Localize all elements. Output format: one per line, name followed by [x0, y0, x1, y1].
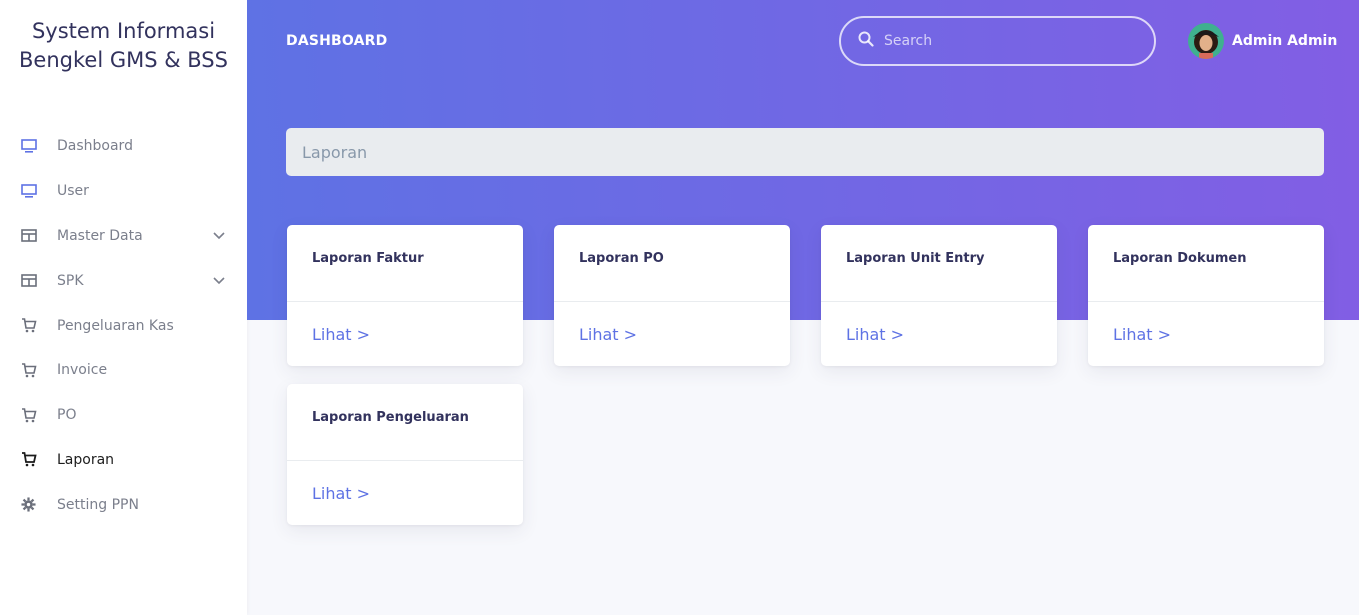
- sidebar-item-label: Invoice: [57, 362, 108, 379]
- sidebar-item-dashboard[interactable]: Dashboard: [0, 124, 247, 169]
- view-link[interactable]: Lihat >: [1088, 302, 1324, 344]
- breadcrumb-item[interactable]: Laporan: [302, 143, 367, 162]
- sidebar-item-label: Master Data: [57, 227, 143, 244]
- sidebar-item-label: SPK: [57, 272, 84, 289]
- chevron-down-icon[interactable]: [213, 273, 225, 289]
- sidebar: System Informasi Bengkel GMS & BSS Dashb…: [0, 0, 247, 615]
- sidebar-item-label: User: [57, 183, 89, 200]
- table-icon: [20, 272, 37, 289]
- report-card-dokumen: Laporan Dokumen Lihat >: [1088, 225, 1324, 366]
- monitor-icon: [20, 183, 37, 200]
- sidebar-item-setting-ppn[interactable]: Setting PPN: [0, 482, 247, 527]
- sidebar-item-label: Laporan: [57, 451, 115, 468]
- breadcrumb: Laporan: [286, 128, 1324, 176]
- chevron-down-icon[interactable]: [213, 228, 225, 244]
- brand-line-1: System Informasi: [31, 19, 216, 43]
- card-title: Laporan Faktur: [287, 225, 523, 302]
- card-title: Laporan Pengeluaran: [287, 384, 523, 461]
- sidebar-item-spk[interactable]: SPK: [0, 258, 247, 303]
- card-title: Laporan Unit Entry: [821, 225, 1057, 302]
- card-title: Laporan Dokumen: [1088, 225, 1324, 302]
- report-card-po: Laporan PO Lihat >: [554, 225, 790, 366]
- sidebar-item-laporan[interactable]: Laporan: [0, 438, 247, 483]
- table-icon: [20, 227, 37, 244]
- avatar[interactable]: [1188, 23, 1224, 59]
- cart-icon: [20, 317, 37, 334]
- sidebar-item-user[interactable]: User: [0, 169, 247, 214]
- sidebar-item-master-data[interactable]: Master Data: [0, 214, 247, 259]
- view-link[interactable]: Lihat >: [554, 302, 790, 344]
- report-card-unit-entry: Laporan Unit Entry Lihat >: [821, 225, 1057, 366]
- report-card-faktur: Laporan Faktur Lihat >: [287, 225, 523, 366]
- cart-icon: [20, 407, 37, 424]
- cart-icon: [20, 362, 37, 379]
- report-card-pengeluaran: Laporan Pengeluaran Lihat >: [287, 384, 523, 525]
- user-menu[interactable]: Admin Admin: [1188, 23, 1337, 59]
- gear-icon: [20, 496, 37, 513]
- brand-title[interactable]: System Informasi Bengkel GMS & BSS: [0, 0, 247, 75]
- sidebar-item-label: Dashboard: [57, 138, 133, 155]
- view-link[interactable]: Lihat >: [287, 302, 523, 344]
- sidebar-item-label: Pengeluaran Kas: [57, 317, 174, 334]
- search-box[interactable]: [839, 16, 1156, 66]
- sidebar-item-invoice[interactable]: Invoice: [0, 348, 247, 393]
- sidebar-item-po[interactable]: PO: [0, 393, 247, 438]
- user-name: Admin Admin: [1232, 33, 1338, 49]
- view-link[interactable]: Lihat >: [287, 461, 523, 503]
- sidebar-item-label: PO: [57, 407, 77, 424]
- monitor-icon: [20, 138, 37, 155]
- sidebar-item-label: Setting PPN: [57, 496, 139, 513]
- sidebar-nav: Dashboard User Master Data SPK Pengeluar…: [0, 124, 247, 527]
- sidebar-item-pengeluaran-kas[interactable]: Pengeluaran Kas: [0, 303, 247, 348]
- brand-line-2: Bengkel GMS & BSS: [19, 48, 228, 72]
- card-title: Laporan PO: [554, 225, 790, 302]
- search-input[interactable]: [884, 33, 1124, 49]
- search-icon: [858, 31, 874, 52]
- cart-icon: [20, 451, 37, 468]
- view-link[interactable]: Lihat >: [821, 302, 1057, 344]
- page-title[interactable]: DASHBOARD: [286, 33, 388, 49]
